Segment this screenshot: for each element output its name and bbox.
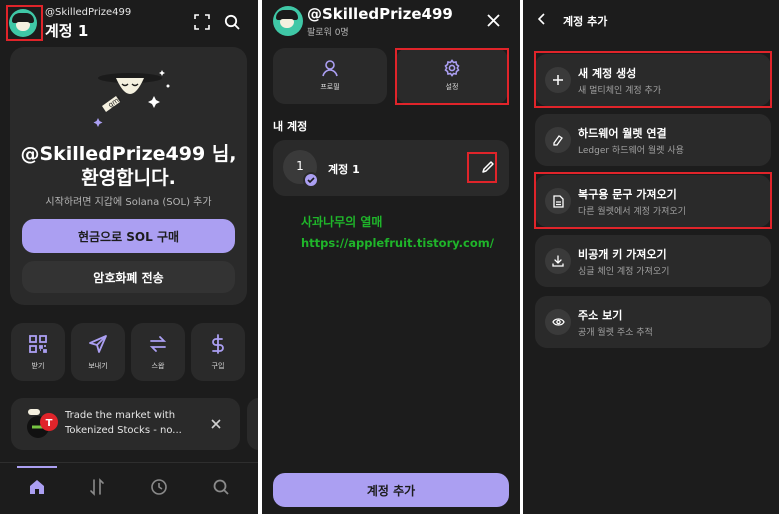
page-title: 계정 추가 [563, 15, 608, 28]
stock-token-icon: T [24, 407, 60, 441]
highlight-box [395, 48, 509, 105]
mascot-illustration: gm! [82, 62, 174, 132]
send-crypto-button[interactable]: 암호화폐 전송 [22, 261, 235, 293]
search-icon[interactable] [222, 12, 242, 32]
next-promo-peek [247, 398, 258, 450]
view-address-item[interactable]: 주소 보기 공개 월렛 주소 추적 [535, 296, 771, 348]
profile-label: 프로필 [320, 83, 340, 91]
wallet-home-screen: @SkilledPrize499 계정 1 gm! @SkilledPrize4… [0, 0, 258, 514]
chevron-left-icon[interactable] [535, 12, 549, 26]
promo-banner[interactable]: T Trade the market with Tokenized Stocks… [11, 398, 240, 450]
profile-button[interactable]: 프로필 [273, 48, 387, 104]
welcome-title-line2: 환영합니다. [81, 167, 176, 189]
home-icon[interactable] [28, 478, 46, 496]
promo-line2: Tokenized Stocks - no... [65, 425, 182, 436]
clock-icon[interactable] [150, 478, 168, 496]
swap-button[interactable]: 스왑 [131, 323, 185, 381]
receive-button[interactable]: 받기 [11, 323, 65, 381]
item-subtitle: Ledger 하드웨어 월렛 사용 [578, 146, 684, 156]
buy-button[interactable]: 구입 [191, 323, 245, 381]
followers-count: 팔로워 0명 [307, 28, 349, 38]
swap-label: 스왑 [151, 362, 165, 370]
qr-icon [28, 334, 48, 354]
import-private-key-item[interactable]: 비공개 키 가져오기 싱글 체인 계정 가져오기 [535, 235, 771, 287]
highlight-box [534, 172, 772, 229]
swap-icon [148, 334, 168, 354]
buy-label: 구입 [211, 362, 225, 370]
item-title: 하드웨어 월렛 연결 [578, 127, 667, 140]
send-icon [88, 334, 108, 354]
dollar-icon [208, 334, 228, 354]
account-avatar [273, 6, 303, 36]
user-icon [321, 59, 339, 77]
scan-icon[interactable] [192, 12, 212, 32]
download-icon [545, 248, 571, 274]
buy-sol-button[interactable]: 현금으로 SOL 구매 [22, 219, 235, 253]
send-label: 보내기 [88, 362, 108, 370]
item-subtitle: 싱글 체인 계정 가져오기 [578, 267, 670, 277]
close-icon[interactable] [209, 417, 223, 431]
account-name[interactable]: 계정 1 [45, 20, 88, 41]
item-subtitle: 공개 월렛 주소 추적 [578, 328, 653, 338]
add-account-button[interactable]: 계정 추가 [273, 473, 509, 507]
ledger-icon [545, 127, 571, 153]
username-label: @SkilledPrize499 [45, 7, 132, 18]
account-menu-screen: @SkilledPrize499 팔로워 0명 프로필 설정 내 계정 1 계정… [262, 0, 520, 514]
highlight-box [534, 51, 772, 108]
receive-label: 받기 [31, 362, 45, 370]
welcome-subtitle: 시작하려면 지갑에 Solana (SOL) 추가 [45, 197, 212, 208]
hardware-wallet-item[interactable]: 하드웨어 월렛 연결 Ledger 하드웨어 월렛 사용 [535, 114, 771, 166]
welcome-title-line1: @SkilledPrize499 님, [20, 143, 237, 165]
svg-text:T: T [46, 418, 53, 429]
eye-icon [545, 309, 571, 335]
close-icon[interactable] [485, 12, 501, 28]
item-title: 주소 보기 [578, 309, 623, 322]
my-accounts-heading: 내 계정 [273, 120, 308, 133]
promo-line1: Trade the market with [65, 410, 176, 421]
welcome-card: gm! @SkilledPrize499 님, 환영합니다. 시작하려면 지갑에… [10, 47, 247, 305]
account-name: 계정 1 [328, 163, 360, 176]
send-button[interactable]: 보내기 [71, 323, 125, 381]
activity-swap-icon[interactable] [88, 478, 106, 496]
check-icon [303, 172, 319, 188]
add-account-screen: 계정 추가 새 계정 생성 새 멀티체인 계정 추가 하드웨어 월렛 연결 Le… [523, 0, 779, 514]
account-index-avatar: 1 [283, 150, 319, 188]
mascot-tag: gm! [107, 95, 123, 110]
username-title: @SkilledPrize499 [307, 5, 453, 23]
watermark-title: 사과나무의 열매 [301, 215, 383, 229]
highlight-box [467, 152, 497, 183]
item-title: 비공개 키 가져오기 [578, 248, 667, 261]
search-tab-icon[interactable] [212, 478, 230, 496]
watermark-url: https://applefruit.tistory.com/ [301, 236, 494, 250]
active-tab-indicator [17, 466, 57, 468]
highlight-box [6, 5, 43, 41]
